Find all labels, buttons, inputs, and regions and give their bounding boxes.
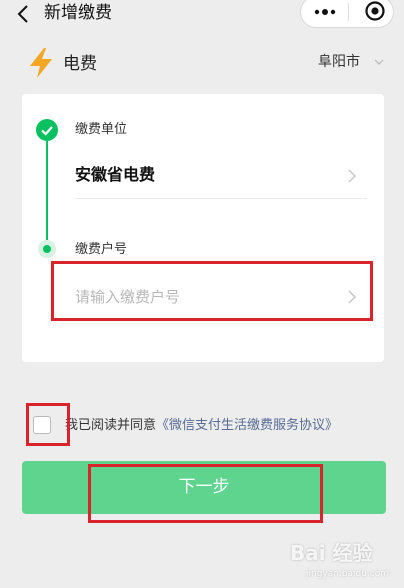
chevron-down-icon[interactable] xyxy=(373,56,385,68)
progress-line xyxy=(46,141,48,245)
agreement-text: 我已阅读并同意《微信支付生活缴费服务协议》 xyxy=(65,416,338,436)
check-circle-icon xyxy=(36,119,58,141)
step-indicator-dot xyxy=(43,245,51,253)
agreement-prefix: 我已阅读并同意 xyxy=(65,418,157,433)
chevron-right-icon[interactable] xyxy=(347,169,357,183)
agreement-link[interactable]: 《微信支付生活缴费服务协议》 xyxy=(156,418,338,433)
more-dots-icon[interactable] xyxy=(314,9,336,15)
city-selector[interactable]: 阜阳市 xyxy=(318,52,360,72)
divider xyxy=(75,198,367,199)
annotation-box-account-input xyxy=(51,261,373,321)
page-title: 新增缴费 xyxy=(44,3,112,23)
watermark-url: jingyan.baidu.com xyxy=(306,569,390,579)
lightning-bolt-icon xyxy=(30,48,52,78)
annotation-box-next-button xyxy=(88,464,323,523)
watermark-logo: Bai 经验 xyxy=(290,540,373,566)
back-arrow-icon[interactable] xyxy=(14,3,36,25)
payment-unit-value[interactable]: 安徽省电费 xyxy=(75,163,155,187)
payment-unit-label: 缴费单位 xyxy=(75,122,128,137)
watermark-brand: Bai xyxy=(290,541,326,565)
capsule-divider xyxy=(348,3,349,21)
account-number-label: 缴费户号 xyxy=(75,242,128,257)
watermark-suffix: 经验 xyxy=(332,541,373,565)
category-label: 电费 xyxy=(63,54,97,74)
circle-target-icon[interactable] xyxy=(364,0,386,22)
annotation-box-checkbox xyxy=(26,403,70,446)
